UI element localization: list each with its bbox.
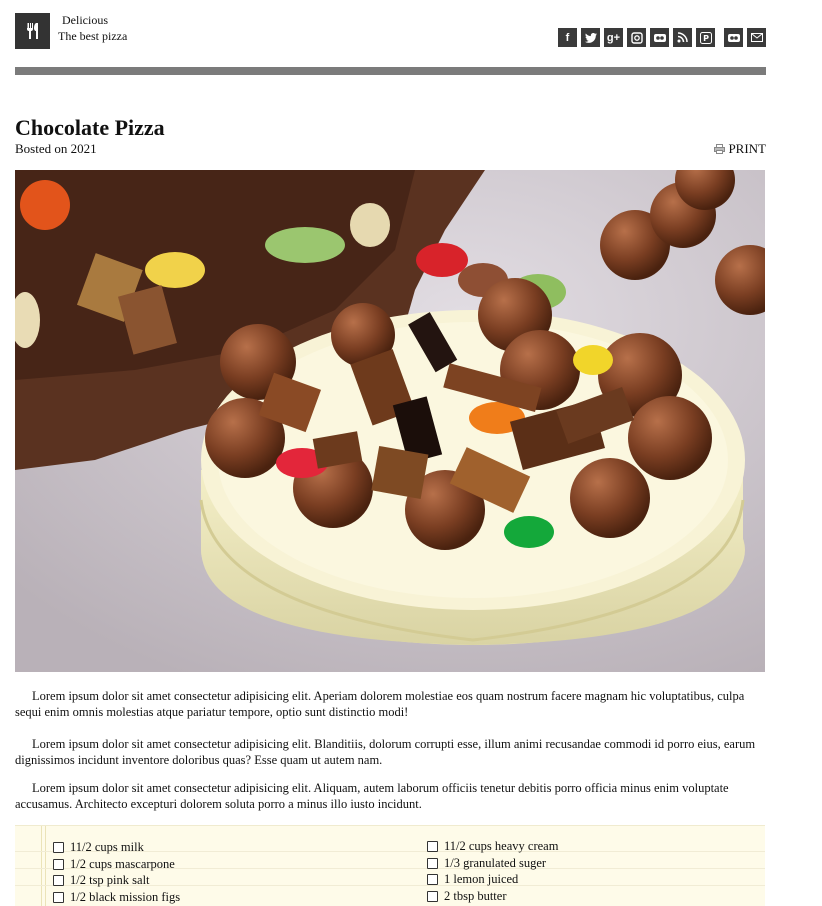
ingredient-label: 1 lemon juiced bbox=[444, 872, 519, 886]
google-plus-icon[interactable]: g+ bbox=[604, 28, 623, 47]
ingredient-item[interactable]: 11/2 cups heavy cream bbox=[427, 838, 558, 854]
fork-knife-icon bbox=[26, 23, 38, 39]
ingredient-item[interactable]: 1 lemon juiced bbox=[427, 871, 518, 887]
ingredient-checkbox[interactable] bbox=[427, 890, 438, 902]
social-links: f g+ P bbox=[554, 28, 766, 47]
twitter-icon[interactable] bbox=[581, 28, 600, 47]
site-name[interactable]: Delicious bbox=[62, 13, 108, 28]
instagram-icon[interactable] bbox=[627, 28, 646, 47]
flickr-icon[interactable] bbox=[650, 28, 669, 47]
svg-text:P: P bbox=[703, 34, 709, 43]
ingredient-checkbox[interactable] bbox=[427, 840, 438, 852]
ingredient-label: 1/2 tsp pink salt bbox=[70, 873, 150, 887]
ingredient-item[interactable]: 1/2 black mission figs bbox=[53, 889, 180, 905]
ingredient-label: 1/3 granulated suger bbox=[444, 856, 547, 870]
email-icon[interactable] bbox=[747, 28, 766, 47]
ingredient-label: 11/2 cups heavy cream bbox=[444, 839, 559, 853]
ingredient-label: 1/2 cups mascarpone bbox=[70, 857, 175, 871]
ingredient-label: 1/2 black mission figs bbox=[70, 890, 181, 904]
margin-rule bbox=[45, 826, 46, 906]
ingredient-checkbox[interactable] bbox=[53, 858, 64, 870]
ingredient-checkbox[interactable] bbox=[53, 874, 64, 886]
print-button[interactable]: PRINT bbox=[714, 141, 766, 157]
ingredient-item[interactable]: 1/2 cups mascarpone bbox=[53, 856, 175, 872]
post-date: Bosted on 2021 bbox=[15, 141, 97, 156]
ingredient-item[interactable]: 2 tbsp butter bbox=[427, 888, 507, 904]
article-paragraph: Lorem ipsum dolor sit amet consectetur a… bbox=[15, 737, 756, 767]
ingredient-item[interactable]: 11/2 cups milk bbox=[53, 839, 144, 855]
margin-rule bbox=[41, 826, 42, 906]
ingredient-label: 11/2 cups milk bbox=[70, 840, 144, 854]
pinterest-icon[interactable]: P bbox=[696, 28, 715, 47]
ingredient-checkbox[interactable] bbox=[53, 891, 64, 903]
printer-icon bbox=[714, 144, 726, 154]
ingredients-list: 11/2 cups milk 1/2 cups mascarpone 1/2 t… bbox=[15, 825, 765, 906]
ingredient-checkbox[interactable] bbox=[53, 841, 64, 853]
ingredient-item[interactable]: 1/3 granulated suger bbox=[427, 855, 546, 871]
article-paragraph: Lorem ipsum dolor sit amet consectetur a… bbox=[15, 689, 745, 719]
print-label: PRINT bbox=[728, 141, 766, 156]
ingredient-checkbox[interactable] bbox=[427, 873, 438, 885]
logo[interactable] bbox=[15, 13, 50, 49]
ingredient-label: 2 tbsp butter bbox=[444, 889, 507, 903]
ingredient-item[interactable]: 1/2 tsp pink salt bbox=[53, 872, 150, 888]
facebook-icon[interactable]: f bbox=[558, 28, 577, 47]
ingredient-checkbox[interactable] bbox=[427, 857, 438, 869]
site-tagline: The best pizza bbox=[58, 29, 128, 43]
hero-image bbox=[15, 170, 765, 672]
site-header: Delicious The best pizza f g+ P bbox=[15, 13, 766, 53]
rss-icon[interactable] bbox=[673, 28, 692, 47]
header-divider bbox=[15, 67, 766, 75]
article-title: Chocolate Pizza bbox=[15, 115, 165, 140]
article-paragraph: Lorem ipsum dolor sit amet consectetur a… bbox=[15, 781, 729, 811]
flickr-icon[interactable] bbox=[724, 28, 743, 47]
